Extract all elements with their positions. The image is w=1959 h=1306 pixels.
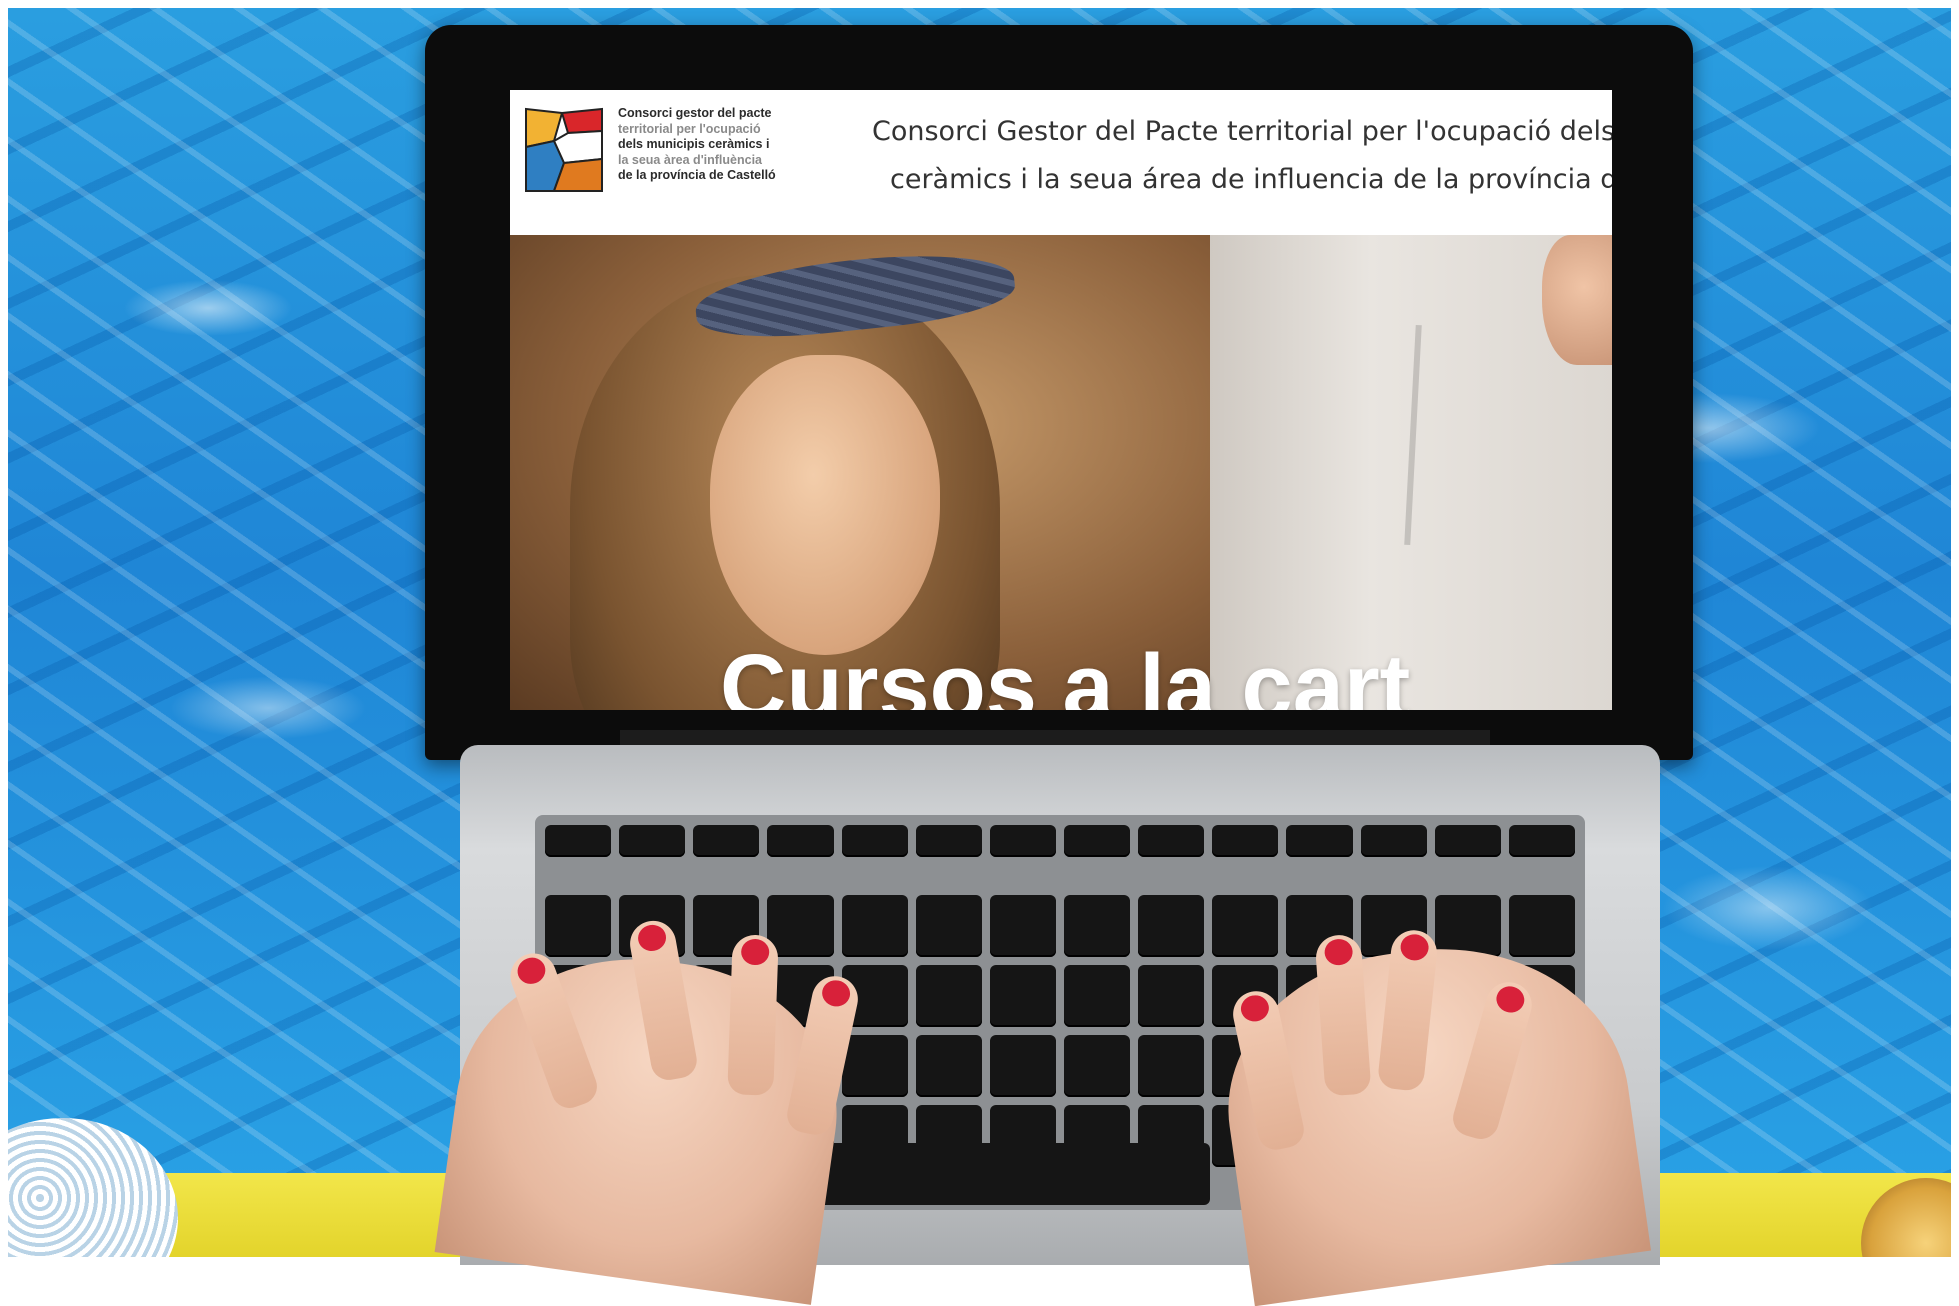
keyboard-key[interactable] (693, 825, 760, 857)
keyboard-key[interactable] (1138, 1035, 1205, 1097)
keyboard-key[interactable] (619, 825, 686, 857)
logo-line: la seua àrea d'influència (618, 152, 763, 167)
keyboard-key[interactable] (1064, 965, 1131, 1027)
keyboard-key[interactable] (841, 1035, 908, 1097)
keyboard-key[interactable] (1212, 895, 1279, 957)
red-nail (819, 977, 853, 1010)
keyboard-key[interactable] (841, 895, 908, 957)
finger (727, 934, 779, 1096)
keyboard-key[interactable] (545, 825, 612, 857)
logo-line: de la província de Castelló (618, 168, 776, 182)
keyboard-key[interactable] (1508, 825, 1575, 857)
woman-face (710, 355, 940, 655)
keyboard-key[interactable] (1138, 965, 1205, 1027)
red-nail (1323, 938, 1354, 967)
logo-line: dels municipis ceràmics i (618, 137, 770, 151)
keyboard-key[interactable] (1508, 895, 1575, 957)
keyboard-key[interactable] (989, 965, 1056, 1027)
mosaic-logo-icon[interactable] (524, 107, 604, 193)
striped-towel (8, 1118, 178, 1257)
logo-line: territorial per l'ocupació (618, 121, 761, 136)
red-nail (1238, 992, 1272, 1025)
red-nail (1399, 932, 1430, 962)
keyboard-key[interactable] (1064, 1035, 1131, 1097)
hand-in-corner (1542, 235, 1612, 365)
red-nail (1493, 983, 1528, 1016)
site-header: Consorci gestor del pacte territorial pe… (510, 90, 1612, 235)
keyboard-key[interactable] (915, 1035, 982, 1097)
keyboard-key[interactable] (915, 825, 982, 857)
keyboard-key[interactable] (545, 895, 612, 957)
keyboard-key[interactable] (1360, 825, 1427, 857)
space-bar[interactable] (790, 1143, 1210, 1205)
keyboard-key[interactable] (1434, 895, 1501, 957)
red-nail (513, 953, 550, 988)
laptop-screen: Consorci gestor del pacte territorial pe… (510, 90, 1612, 710)
keyboard-key[interactable] (989, 1035, 1056, 1097)
keyboard-key[interactable] (989, 825, 1056, 857)
keyboard-key[interactable] (1138, 895, 1205, 957)
keyboard-key[interactable] (1286, 825, 1353, 857)
red-nail (740, 938, 770, 966)
site-title: Consorci Gestor del Pacte territorial pe… (872, 108, 1612, 204)
red-nail (636, 922, 669, 954)
keyboard-key[interactable] (1064, 825, 1131, 857)
site-title-line: ceràmics i la seua área de influencia de… (890, 164, 1612, 195)
keyboard-key[interactable] (1138, 825, 1205, 857)
keyboard-key[interactable] (1212, 825, 1279, 857)
hero-heading: Cursos a la cart (720, 636, 1411, 710)
keyboard-key[interactable] (915, 965, 982, 1027)
keyboard-key[interactable] (915, 895, 982, 957)
site-title-line: Consorci Gestor del Pacte territorial pe… (872, 116, 1612, 147)
keyboard-key[interactable] (989, 895, 1056, 957)
logo-line: Consorci gestor del pacte (618, 106, 772, 120)
keyboard-key[interactable] (1064, 895, 1131, 957)
keyboard-key[interactable] (767, 895, 834, 957)
logo-text: Consorci gestor del pacte territorial pe… (618, 106, 824, 184)
keyboard-key[interactable] (767, 825, 834, 857)
keyboard-key[interactable] (841, 825, 908, 857)
keyboard-key[interactable] (1434, 825, 1501, 857)
hero-banner: Cursos a la cart (510, 235, 1612, 710)
